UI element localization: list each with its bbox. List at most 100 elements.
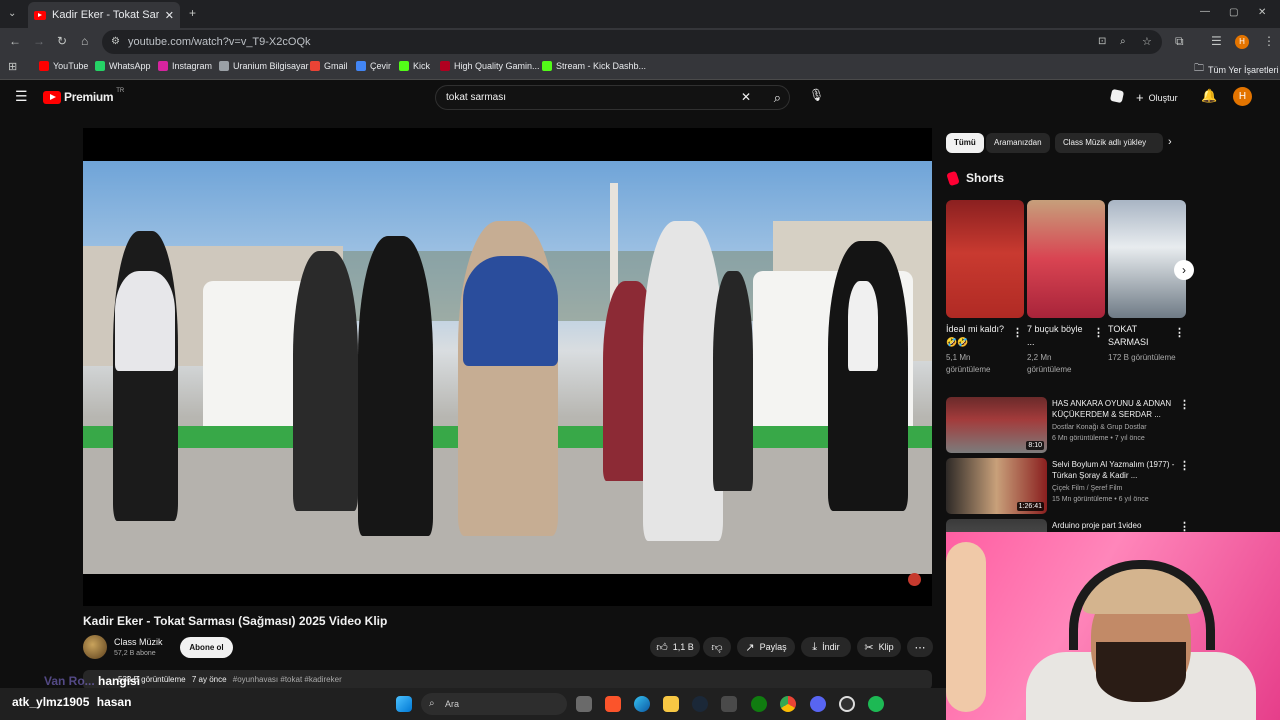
home-icon[interactable]: ⌂ <box>81 34 88 48</box>
new-tab-icon[interactable]: + <box>189 6 196 20</box>
bookmark-item[interactable]: WhatsApp <box>95 61 151 71</box>
related-more-icon[interactable]: ⋮ <box>1179 459 1190 472</box>
zoom-icon[interactable]: ⌕ <box>1120 35 1126 49</box>
short-more-icon[interactable]: ⋮ <box>1174 326 1185 339</box>
like-button[interactable]: 👍︎ 1,1 B <box>650 637 700 657</box>
xbox-icon[interactable] <box>751 696 767 712</box>
short-more-icon[interactable]: ⋮ <box>1012 326 1023 339</box>
share-button[interactable]: ↗ Paylaş <box>737 637 795 657</box>
taskbar-search-placeholder: Ara <box>445 699 460 709</box>
related-title[interactable]: HAS ANKARA OYUNU & ADNAN KÜÇÜKERDEM & SE… <box>1052 398 1177 420</box>
youtube-logo[interactable]: Premium TR <box>43 88 125 104</box>
browser-menu-icon[interactable]: ⋮ <box>1263 34 1275 48</box>
edge-icon[interactable] <box>634 696 650 712</box>
performer-1-shirt <box>115 271 175 371</box>
channel-avatar[interactable] <box>83 635 107 659</box>
active-tab[interactable]: Kadir Eker - Tokat Sarması (Sağ ✕ <box>28 2 180 28</box>
hamburger-menu-icon[interactable]: ☰ <box>15 88 28 105</box>
thumbs-up-icon: 👍︎ <box>656 641 668 654</box>
filter-chip[interactable]: Tümü <box>946 133 984 153</box>
chat-username: Van Ro... <box>44 674 95 688</box>
tab-search-icon[interactable]: ⌄ <box>8 7 16 21</box>
bookmark-item[interactable]: High Quality Gamin... <box>440 61 540 71</box>
chips-next-icon[interactable]: › <box>1168 136 1172 148</box>
region-code: TR <box>116 88 125 94</box>
brave-icon[interactable] <box>605 696 621 712</box>
forward-icon[interactable]: → <box>33 34 45 48</box>
bookmark-item[interactable]: Stream - Kick Dashb... <box>542 61 646 71</box>
related-channel[interactable]: Dostlar Konağı & Grup Dostlar <box>1052 422 1177 433</box>
short-thumbnail[interactable] <box>946 200 1024 318</box>
related-channel[interactable]: Çiçek Film / Şeref Film <box>1052 483 1177 494</box>
bookmark-item[interactable]: Kick <box>399 61 430 71</box>
search-input[interactable]: tokat sarması ✕ ⌕ <box>435 85 790 110</box>
all-bookmarks-label: Tüm Yer İşaretleri <box>1208 64 1279 75</box>
taskbar-search-box[interactable]: ⌕ Ara <box>421 693 567 715</box>
shorts-next-icon[interactable]: › <box>1174 260 1194 280</box>
create-button[interactable]: + Oluştur <box>1136 90 1178 105</box>
short-title[interactable]: TOKAT SARMASI <box>1108 323 1172 349</box>
chat-text: hasan <box>96 695 132 709</box>
short-views: 172 B görüntüleme <box>1108 353 1176 362</box>
bookmark-star-icon[interactable]: ☆ <box>1142 35 1152 49</box>
store-icon[interactable] <box>721 696 737 712</box>
short-title[interactable]: 7 buçuk böyle ... <box>1027 323 1091 349</box>
steam-icon[interactable] <box>692 696 708 712</box>
reading-list-icon[interactable]: ☰ <box>1211 34 1222 48</box>
channel-name[interactable]: Class Müzik <box>114 637 163 647</box>
minimize-icon[interactable]: — <box>1200 5 1210 19</box>
scissors-icon: ✂ <box>864 641 874 654</box>
maximize-icon[interactable]: ▢ <box>1229 6 1238 20</box>
task-view-icon[interactable] <box>576 696 592 712</box>
spotify-icon[interactable] <box>868 696 884 712</box>
performer-7 <box>713 271 753 491</box>
short-more-icon[interactable]: ⋮ <box>1093 326 1104 339</box>
install-icon[interactable]: ⊡ <box>1098 35 1106 49</box>
filter-chip[interactable]: Class Müzik adlı yükley <box>1055 133 1163 153</box>
cast-icon[interactable] <box>1109 88 1125 104</box>
file-explorer-icon[interactable] <box>663 696 679 712</box>
filter-chip[interactable]: Aramanızdan <box>986 133 1050 153</box>
video-player[interactable] <box>83 128 932 606</box>
voice-search-icon[interactable]: 🎙 <box>809 88 824 102</box>
discord-icon[interactable] <box>810 696 826 712</box>
subscribe-button[interactable]: Abone ol <box>180 637 233 658</box>
bookmark-label: Uranium Bilgisayar <box>233 61 309 71</box>
back-icon[interactable]: ← <box>9 34 21 48</box>
download-button[interactable]: ⤓ İndir <box>801 637 851 657</box>
more-actions-button[interactable]: ⋯ <box>907 637 933 657</box>
extensions-icon[interactable]: ⧉ <box>1175 34 1184 48</box>
bookmark-item[interactable]: Çevir <box>356 61 391 71</box>
close-tab-icon[interactable]: ✕ <box>165 9 174 22</box>
chrome-icon[interactable] <box>780 696 796 712</box>
short-thumbnail[interactable] <box>1108 200 1186 318</box>
yt-avatar[interactable]: H <box>1233 87 1252 106</box>
apps-grid-icon[interactable]: ⊞ <box>8 60 17 74</box>
address-bar[interactable]: ⚙ youtube.com/watch?v=v_T9-X2cOQk ⊡ ⌕ ☆ <box>102 30 1162 54</box>
bookmark-item[interactable]: Gmail <box>310 61 348 71</box>
bookmark-item[interactable]: Instagram <box>158 61 212 71</box>
clip-button[interactable]: ✂ Klip <box>857 637 901 657</box>
obs-icon[interactable] <box>839 696 855 712</box>
related-thumbnail[interactable]: 1:26:41 <box>946 458 1047 514</box>
share-label: Paylaş <box>759 642 787 652</box>
search-icon[interactable]: ⌕ <box>774 86 781 109</box>
reload-icon[interactable]: ↻ <box>57 34 67 48</box>
related-title[interactable]: Arduino proje part 1video <box>1052 520 1177 531</box>
related-thumbnail[interactable]: 8:10 <box>946 397 1047 453</box>
related-title[interactable]: Selvi Boylum Al Yazmalım (1977) - Türkan… <box>1052 459 1177 481</box>
windows-icon[interactable] <box>396 696 412 712</box>
profile-avatar[interactable]: H <box>1235 35 1249 49</box>
short-thumbnail[interactable] <box>1027 200 1105 318</box>
short-title[interactable]: İdeal mi kaldı? 🤣🤣 <box>946 323 1010 349</box>
bookmark-item[interactable]: YouTube <box>39 61 88 71</box>
notifications-bell-icon[interactable]: 🔔 <box>1201 88 1217 104</box>
site-info-icon[interactable]: ⚙ <box>111 35 120 49</box>
related-more-icon[interactable]: ⋮ <box>1179 398 1190 411</box>
search-query: tokat sarması <box>446 92 507 103</box>
bookmark-item[interactable]: Uranium Bilgisayar <box>219 61 309 71</box>
close-window-icon[interactable]: ✕ <box>1258 6 1266 20</box>
all-bookmarks-folder[interactable]: 🗀 Tüm Yer İşaretleri <box>1194 61 1279 78</box>
dislike-button[interactable]: 👎︎ <box>703 637 731 657</box>
clear-search-icon[interactable]: ✕ <box>741 86 751 109</box>
